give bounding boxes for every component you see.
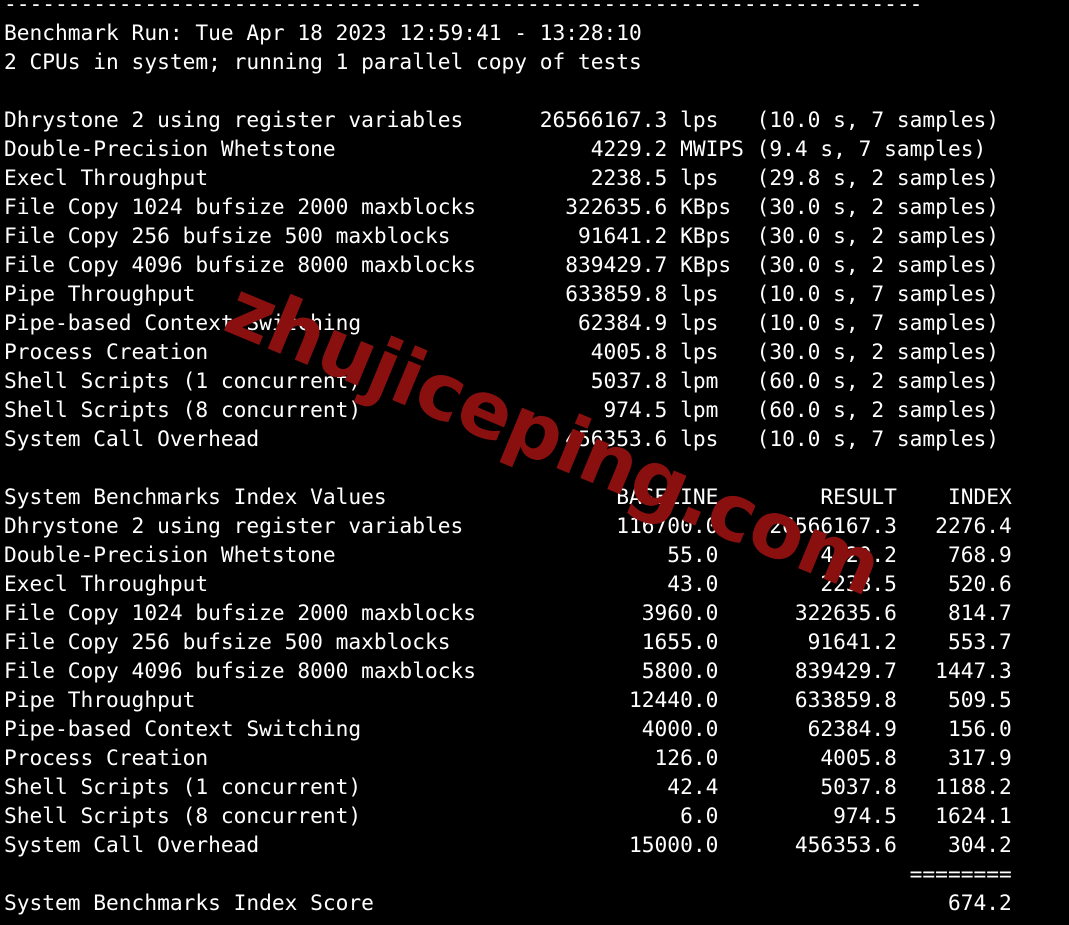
terminal-window: ----------------------------------------… (0, 0, 1069, 925)
console-output: ----------------------------------------… (4, 0, 1012, 915)
